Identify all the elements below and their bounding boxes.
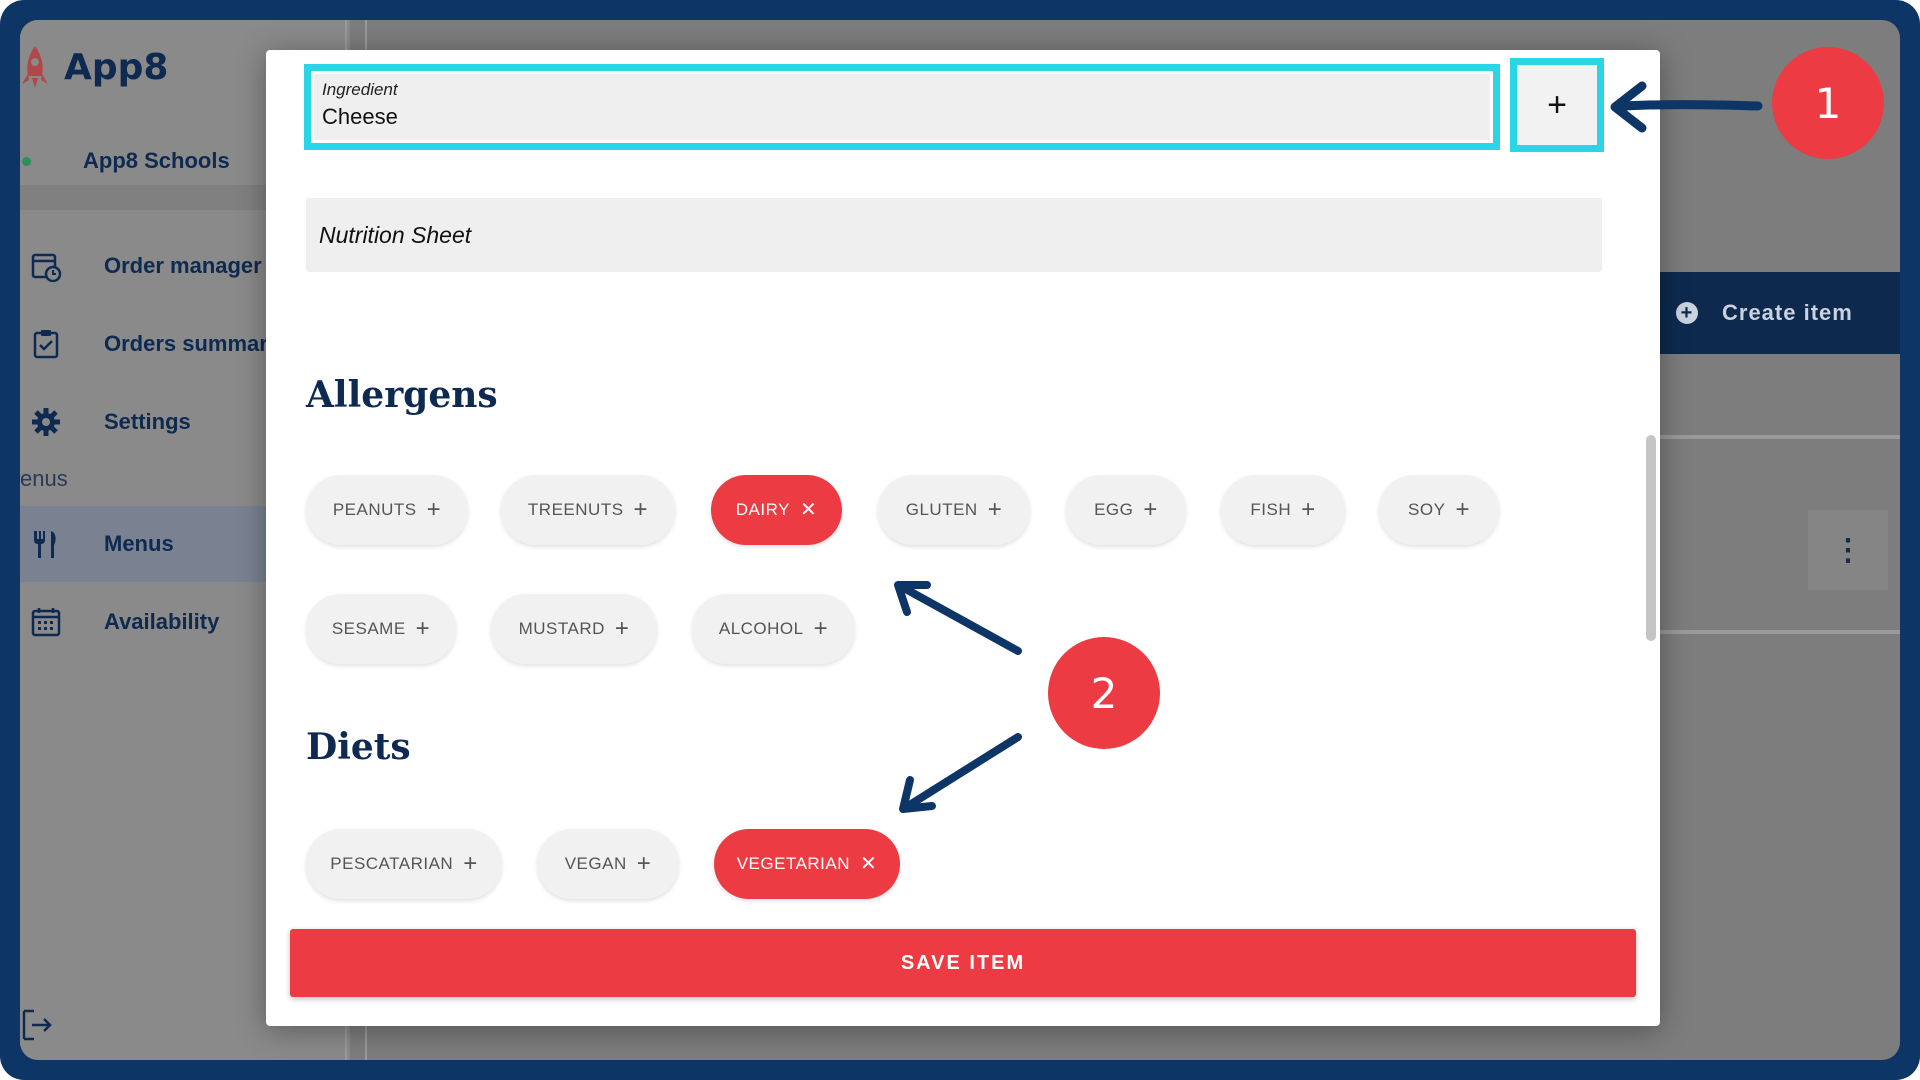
chip-label: PEANUTS xyxy=(332,500,417,519)
close-icon: ✕ xyxy=(799,499,818,521)
step-badge-2: 2 xyxy=(1048,637,1160,749)
plus-icon: + xyxy=(636,850,652,877)
allergen-chip-egg[interactable]: EGG + xyxy=(1066,475,1186,545)
allergen-chip-peanuts[interactable]: PEANUTS + xyxy=(306,475,468,545)
clipboard-check-icon xyxy=(26,324,66,364)
org-switcher[interactable]: App8 Schools xyxy=(20,148,230,174)
ingredient-label: Ingredient xyxy=(322,80,398,99)
chip-label: EGG xyxy=(1094,500,1134,519)
diet-chip-pescatarian[interactable]: PESCATARIAN + xyxy=(306,829,502,899)
chip-label: TREENUTS xyxy=(527,500,624,519)
ingredient-input[interactable] xyxy=(322,104,1422,130)
org-name: App8 Schools xyxy=(83,148,230,173)
chip-label: GLUTEN xyxy=(905,500,978,519)
diet-chip-vegetarian[interactable]: VEGETARIAN ✕ xyxy=(714,829,900,899)
plus-icon: + xyxy=(633,496,649,523)
plus-icon: + xyxy=(987,496,1003,523)
sidebar-item-label: Menus xyxy=(104,531,174,556)
app-logo-text: App8 xyxy=(64,46,169,88)
chip-label: FISH xyxy=(1250,500,1292,519)
plus-icon: + xyxy=(1455,496,1470,523)
chip-label: VEGETARIAN xyxy=(736,854,851,873)
list-divider xyxy=(1660,435,1900,439)
logout-icon[interactable] xyxy=(20,1005,60,1045)
chip-label: VEGAN xyxy=(564,854,627,873)
chip-label: MUSTARD xyxy=(518,619,605,638)
chip-label: SESAME xyxy=(331,619,406,638)
sidebar-item-label: Order manager xyxy=(104,253,262,278)
create-item-button[interactable]: + Create item xyxy=(1660,272,1900,354)
plus-icon: + xyxy=(1301,496,1316,523)
nutrition-sheet-label: Nutrition Sheet xyxy=(319,221,472,248)
plus-icon: + xyxy=(426,496,442,523)
modal-scrollbar[interactable] xyxy=(1646,435,1656,641)
ingredient-field: Ingredient xyxy=(314,74,1490,140)
save-item-button[interactable]: SAVE ITEM xyxy=(290,929,1636,997)
nutrition-sheet-field[interactable]: Nutrition Sheet xyxy=(306,198,1602,272)
allergen-chip-gluten[interactable]: GLUTEN + xyxy=(878,475,1030,545)
status-dot xyxy=(22,156,31,166)
calendar-clock-icon xyxy=(26,246,66,286)
gear-icon xyxy=(26,402,66,442)
add-ingredient-button[interactable]: + xyxy=(1510,58,1604,152)
plus-icon: + xyxy=(415,615,431,642)
sidebar-item-label: Orders summary xyxy=(104,331,281,356)
sidebar-item-label: Availability xyxy=(104,609,220,634)
diet-chip-vegan[interactable]: VEGAN + xyxy=(537,829,679,899)
allergen-chip-alcohol[interactable]: ALCOHOL + xyxy=(692,594,855,664)
allergen-chip-fish[interactable]: FISH + xyxy=(1221,475,1345,545)
allergen-chip-mustard[interactable]: MUSTARD + xyxy=(491,594,657,664)
sidebar-item-label: Settings xyxy=(104,409,191,434)
ingredient-field-highlight: Ingredient xyxy=(304,64,1500,150)
create-item-label: Create item xyxy=(1722,300,1853,325)
chip-label: DAIRY xyxy=(735,500,790,519)
allergen-chip-treenuts[interactable]: TREENUTS + xyxy=(501,475,675,545)
plus-icon: + xyxy=(813,615,829,642)
edit-item-modal: Ingredient + Nutrition Sheet Allergens P… xyxy=(266,50,1660,1026)
more-options-icon[interactable]: ⋮ xyxy=(1808,510,1888,590)
close-icon: ✕ xyxy=(860,853,878,875)
allergen-chip-sesame[interactable]: SESAME + xyxy=(306,594,456,664)
chip-label: ALCOHOL xyxy=(718,619,804,638)
calendar-icon xyxy=(26,602,66,642)
allergen-chip-dairy[interactable]: DAIRY ✕ xyxy=(711,475,842,545)
plus-icon: + xyxy=(614,615,630,642)
plus-icon: + xyxy=(463,850,478,877)
plus-circle-icon: + xyxy=(1676,302,1698,324)
app-logo: App8 xyxy=(20,42,168,92)
chip-label: SOY xyxy=(1408,500,1446,519)
rocket-logo-icon xyxy=(22,46,48,88)
sidebar-section-label: enus xyxy=(20,466,68,491)
allergen-chip-soy[interactable]: SOY + xyxy=(1379,475,1499,545)
diets-heading: Diets xyxy=(306,726,411,768)
allergens-heading: Allergens xyxy=(306,374,498,416)
step-badge-1: 1 xyxy=(1772,47,1884,159)
chip-label: PESCATARIAN xyxy=(330,854,454,873)
list-divider xyxy=(1660,630,1900,634)
fork-knife-icon xyxy=(26,524,66,564)
plus-icon: + xyxy=(1143,496,1158,523)
